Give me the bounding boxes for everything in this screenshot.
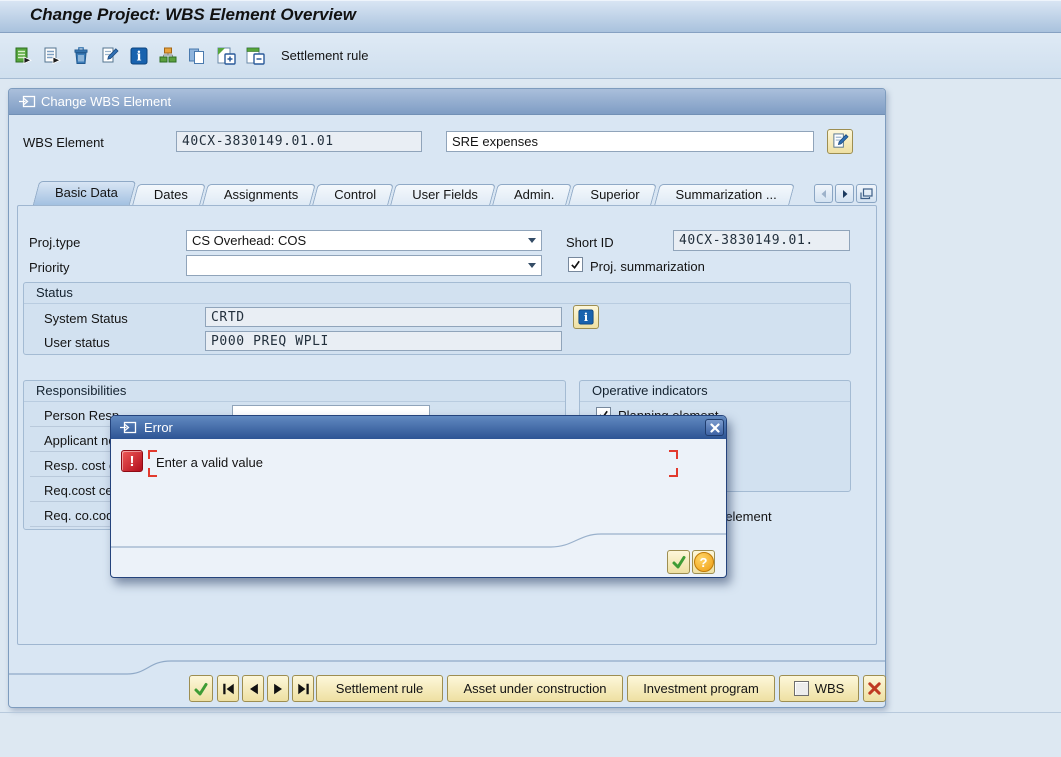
bottom-separator — [0, 712, 1061, 713]
tab-strip: Basic Data Dates Assignments Control Use… — [36, 181, 794, 205]
last-icon — [296, 682, 311, 696]
previous-wbs-button[interactable] — [242, 675, 264, 702]
edit-pencil-icon[interactable] — [97, 43, 123, 69]
priority-dropdown[interactable] — [186, 255, 542, 276]
first-icon — [221, 682, 236, 696]
operative-indicators-title: Operative indicators — [580, 381, 850, 402]
wbs-element-description-field[interactable]: SRE expenses — [446, 131, 814, 152]
investment-program-button[interactable]: Investment program — [627, 675, 775, 702]
wbs-element-id-field[interactable]: 40CX-3830149.01.01 — [176, 131, 422, 152]
tab-superior[interactable]: Superior — [571, 184, 654, 205]
dialog-continue-button[interactable] — [667, 550, 690, 574]
trash-icon[interactable] — [68, 43, 94, 69]
proj-summarization-label: Proj. summarization — [590, 259, 705, 274]
last-wbs-button[interactable] — [292, 675, 314, 702]
tab-overview-button[interactable] — [856, 184, 877, 203]
error-dialog-titlebar[interactable]: Error — [111, 416, 726, 439]
applicant-no-label: Applicant no. — [44, 433, 119, 448]
error-dialog: Error ! Enter a valid value ? — [110, 415, 727, 578]
error-message: Enter a valid value — [156, 455, 263, 470]
screen-title: Change Project: WBS Element Overview — [30, 5, 356, 25]
wbs-element-label: WBS Element — [23, 135, 104, 150]
next-icon — [271, 682, 286, 696]
asset-under-construction-button[interactable]: Asset under construction — [447, 675, 623, 702]
proj-type-label: Proj.type — [29, 235, 80, 250]
chevron-down-icon — [528, 263, 536, 268]
info-icon[interactable]: i — [126, 43, 152, 69]
dialog-help-button[interactable]: ? — [692, 550, 715, 574]
dialog-footer-divider — [111, 524, 726, 558]
tab-summarization[interactable]: Summarization ... — [657, 184, 792, 205]
tab-admin[interactable]: Admin. — [495, 184, 569, 205]
system-status-field[interactable]: CRTD — [205, 307, 562, 327]
tab-scroll-left-button[interactable] — [814, 184, 833, 203]
tab-user-fields[interactable]: User Fields — [393, 184, 493, 205]
proj-type-dropdown[interactable]: CS Overhead: COS — [186, 230, 542, 251]
selection-bracket — [669, 450, 678, 459]
error-icon: ! — [121, 450, 143, 472]
svg-text:i: i — [584, 310, 589, 324]
wbs-panel-header: Change WBS Element — [9, 89, 885, 115]
error-dialog-title: Error — [144, 420, 173, 435]
tab-list-icon — [860, 188, 873, 200]
screen-title-bar: Change Project: WBS Element Overview — [0, 0, 1061, 33]
short-id-label: Short ID — [566, 235, 614, 250]
priority-label: Priority — [29, 260, 69, 275]
green-check-icon — [671, 554, 687, 570]
doc-arrow-white-icon[interactable] — [39, 43, 65, 69]
next-wbs-button[interactable] — [267, 675, 289, 702]
user-status-label: User status — [44, 335, 110, 350]
tab-dates[interactable]: Dates — [135, 184, 203, 205]
tab-scroll-right-button[interactable] — [835, 184, 854, 203]
tab-control[interactable]: Control — [315, 184, 391, 205]
svg-text:i: i — [137, 50, 142, 65]
status-info-button[interactable]: i — [573, 305, 599, 329]
wbs-button[interactable]: WBS — [779, 675, 859, 702]
settlement-rule-button[interactable]: Settlement rule — [316, 675, 443, 702]
wbs-panel-title: Change WBS Element — [41, 94, 171, 109]
modal-window-icon — [120, 421, 137, 434]
status-groupbox: Status System Status CRTD i User status … — [23, 282, 851, 355]
chevron-left-icon — [819, 189, 829, 199]
application-toolbar: i Settlement rule — [0, 33, 1061, 79]
cancel-button[interactable] — [863, 675, 886, 702]
edit-description-button[interactable] — [827, 129, 853, 154]
chevron-right-icon — [840, 189, 850, 199]
short-id-field[interactable]: 40CX-3830149.01. — [673, 230, 850, 251]
collapse-icon[interactable] — [242, 43, 268, 69]
status-groupbox-title: Status — [24, 283, 850, 304]
chevron-down-icon — [528, 238, 536, 243]
copy-icon[interactable] — [184, 43, 210, 69]
previous-icon — [246, 682, 261, 696]
selection-bracket — [669, 468, 678, 477]
hierarchy-icon[interactable] — [155, 43, 181, 69]
tab-assignments[interactable]: Assignments — [205, 184, 313, 205]
info-icon: i — [578, 309, 594, 325]
responsibilities-groupbox-title: Responsibilities — [24, 381, 565, 402]
tab-basic-data[interactable]: Basic Data — [36, 181, 133, 205]
doc-arrow-green-icon[interactable] — [10, 43, 36, 69]
checkbox-square-icon — [794, 681, 809, 696]
wbs-panel: Change WBS Element WBS Element 40CX-3830… — [8, 88, 886, 708]
user-status-field[interactable]: P000 PREQ WPLI — [205, 331, 562, 351]
proj-summarization-checkbox[interactable] — [568, 257, 583, 272]
modal-window-icon — [19, 95, 36, 108]
confirm-button[interactable] — [189, 675, 213, 702]
first-wbs-button[interactable] — [217, 675, 239, 702]
edit-pencil-icon — [832, 133, 849, 150]
dialog-close-button[interactable] — [705, 419, 724, 436]
expand-icon[interactable] — [213, 43, 239, 69]
help-icon: ? — [694, 552, 714, 572]
checkmark-icon — [570, 259, 581, 270]
sap-screen: { "window": { "title": "Change Project: … — [0, 0, 1061, 757]
green-check-icon — [193, 681, 209, 697]
red-x-icon — [867, 681, 882, 696]
system-status-label: System Status — [44, 311, 128, 326]
settlement-rule-toolbar-label[interactable]: Settlement rule — [281, 48, 368, 63]
close-x-icon — [710, 423, 720, 433]
